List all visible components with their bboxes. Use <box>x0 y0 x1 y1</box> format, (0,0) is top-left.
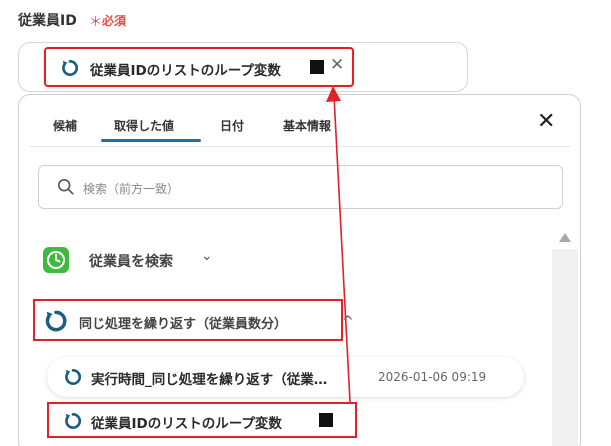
required-text: 必須 <box>102 14 127 28</box>
clock-app-icon <box>43 247 69 273</box>
loop-icon <box>45 310 67 332</box>
loop-icon <box>65 412 82 429</box>
chevron-down-icon[interactable]: ⌄ <box>201 248 213 264</box>
required-asterisk: ＊ <box>89 15 103 30</box>
list-item-execution-time[interactable]: 実行時間_同じ処理を繰り返す（従業… 2026-01-06 09:19 <box>47 357 524 397</box>
item-square-icon <box>319 413 333 427</box>
search-input[interactable]: 検索（前方一致） <box>38 165 563 209</box>
list-item-loop-variable[interactable]: 従業員IDのリストのループ変数 <box>47 402 357 438</box>
scrollbar-track[interactable] <box>552 249 578 446</box>
active-tab-indicator <box>101 139 201 142</box>
tab-date[interactable]: 日付 <box>220 117 244 134</box>
group-repeat-per-employee[interactable]: 同じ処理を繰り返す（従業員数分） <box>33 299 343 341</box>
tab-candidates[interactable]: 候補 <box>53 117 77 134</box>
tab-fetched-values[interactable]: 取得した値 <box>114 117 174 134</box>
remove-token-icon[interactable]: ✕ <box>330 55 344 75</box>
group-label: 同じ処理を繰り返す（従業員数分） <box>79 317 288 332</box>
field-label: 従業員ID <box>18 13 77 29</box>
tab-basic-info[interactable]: 基本情報 <box>283 117 331 134</box>
scroll-up-arrow-icon[interactable] <box>559 233 571 242</box>
item-label: 実行時間_同じ処理を繰り返す（従業… <box>91 372 328 388</box>
group-label: 従業員を検索 <box>89 254 173 270</box>
token-label: 従業員IDのリストのループ変数 <box>90 63 281 79</box>
token-square-icon <box>310 60 324 74</box>
item-label: 従業員IDのリストのループ変数 <box>91 416 282 432</box>
close-icon[interactable]: ✕ <box>537 109 555 134</box>
search-placeholder: 検索（前方一致） <box>83 182 180 196</box>
chevron-up-icon[interactable]: ^ <box>342 314 354 330</box>
loop-icon <box>62 59 79 76</box>
value-picker-panel: 候補 取得した値 日付 基本情報 ✕ 検索（前方一致） 従業員を検索 ⌄ 同じ処 <box>18 94 581 446</box>
item-timestamp: 2026-01-06 09:19 <box>378 370 487 384</box>
tab-divider <box>29 146 571 147</box>
selected-variable-token[interactable]: 従業員IDのリストのループ変数 ✕ <box>44 47 354 87</box>
search-icon <box>57 178 74 195</box>
group-search-employees[interactable]: 従業員を検索 ⌄ <box>43 245 243 277</box>
loop-icon <box>65 368 82 385</box>
